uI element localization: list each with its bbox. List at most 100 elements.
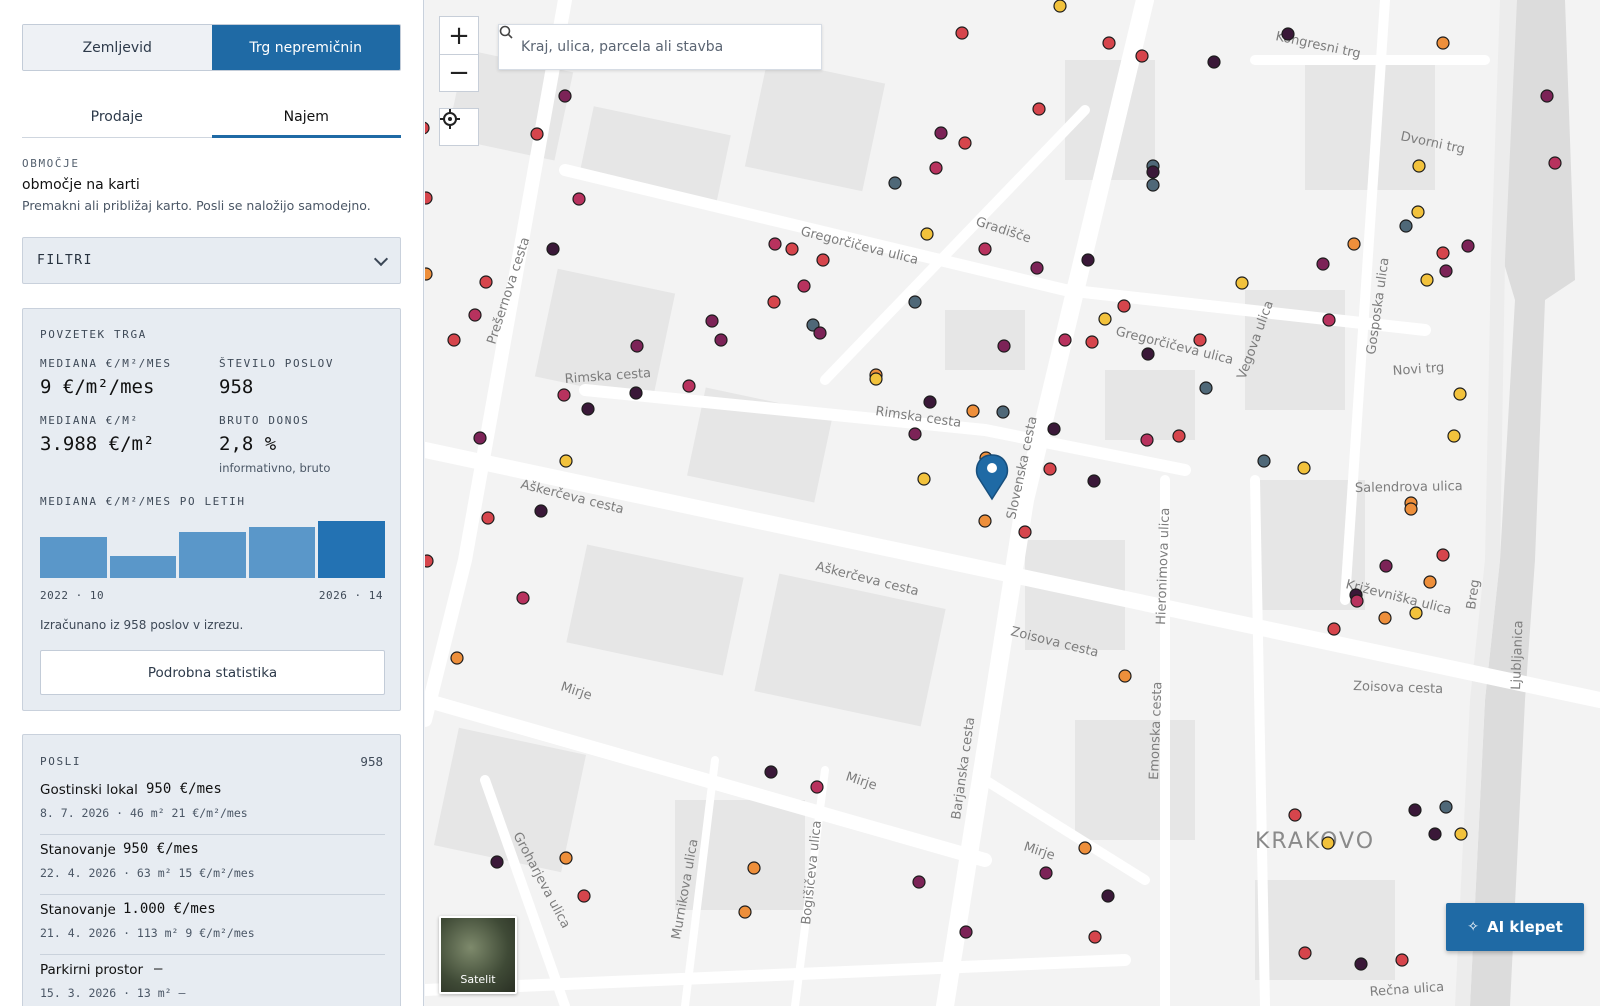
transaction-marker[interactable] xyxy=(1257,454,1271,468)
transaction-marker[interactable] xyxy=(1453,387,1467,401)
transaction-marker[interactable] xyxy=(447,333,461,347)
transaction-marker[interactable] xyxy=(1436,246,1450,260)
transaction-marker[interactable] xyxy=(1548,156,1562,170)
transaction-marker[interactable] xyxy=(929,161,943,175)
transaction-marker[interactable] xyxy=(955,26,969,40)
location-pin-icon[interactable] xyxy=(975,454,1009,501)
transaction-marker[interactable] xyxy=(581,402,595,416)
transaction-marker[interactable] xyxy=(1461,239,1475,253)
transaction-marker[interactable] xyxy=(1032,102,1046,116)
transaction-marker[interactable] xyxy=(1207,55,1221,69)
transaction-marker[interactable] xyxy=(1101,889,1115,903)
transaction-marker[interactable] xyxy=(1078,841,1092,855)
deal-row[interactable]: Gostinski lokal 950 €/mes 8. 7. 2026 · 4… xyxy=(40,775,385,835)
transaction-marker[interactable] xyxy=(1081,253,1095,267)
transaction-marker[interactable] xyxy=(1379,559,1393,573)
transaction-marker[interactable] xyxy=(978,242,992,256)
transaction-marker[interactable] xyxy=(1316,257,1330,271)
transaction-marker[interactable] xyxy=(959,925,973,939)
deal-row[interactable]: Stanovanje 950 €/mes 22. 4. 2026 · 63 m²… xyxy=(40,835,385,895)
transaction-marker[interactable] xyxy=(888,176,902,190)
transaction-marker[interactable] xyxy=(1043,462,1057,476)
transaction-marker[interactable] xyxy=(1420,273,1434,287)
transaction-marker[interactable] xyxy=(450,651,464,665)
map-canvas[interactable]: Gregorčičeva ulica Gregorčičeva ulica Ri… xyxy=(425,0,1600,1006)
map-search[interactable] xyxy=(498,24,822,70)
transaction-marker[interactable] xyxy=(934,126,948,140)
transaction-marker[interactable] xyxy=(1118,669,1132,683)
transaction-marker[interactable] xyxy=(1439,264,1453,278)
transaction-marker[interactable] xyxy=(1053,0,1067,13)
transaction-marker[interactable] xyxy=(1085,335,1099,349)
tab-trg-nepremicnin[interactable]: Trg nepremičnin xyxy=(211,25,400,70)
transaction-marker[interactable] xyxy=(425,554,434,568)
transaction-marker[interactable] xyxy=(912,875,926,889)
transaction-marker[interactable] xyxy=(1350,594,1364,608)
transaction-marker[interactable] xyxy=(1047,422,1061,436)
satellite-toggle[interactable]: Satelit xyxy=(439,916,517,994)
transaction-marker[interactable] xyxy=(1447,429,1461,443)
transaction-marker[interactable] xyxy=(1146,178,1160,192)
tab-najem[interactable]: Najem xyxy=(211,96,402,138)
transaction-marker[interactable] xyxy=(1408,803,1422,817)
transaction-marker[interactable] xyxy=(1146,165,1160,179)
transaction-marker[interactable] xyxy=(1030,261,1044,275)
transaction-marker[interactable] xyxy=(705,314,719,328)
transaction-marker[interactable] xyxy=(577,889,591,903)
transaction-marker[interactable] xyxy=(1322,313,1336,327)
transaction-marker[interactable] xyxy=(1454,827,1468,841)
transaction-marker[interactable] xyxy=(1058,333,1072,347)
search-input[interactable] xyxy=(521,39,791,55)
transaction-marker[interactable] xyxy=(473,431,487,445)
transaction-marker[interactable] xyxy=(997,339,1011,353)
deal-row[interactable]: Parkirni prostor — 15. 3. 2026 · 13 m² — xyxy=(40,955,385,1006)
zoom-out-button[interactable]: − xyxy=(439,54,479,92)
transaction-marker[interactable] xyxy=(1404,502,1418,516)
transaction-marker[interactable] xyxy=(1399,219,1413,233)
transaction-marker[interactable] xyxy=(546,242,560,256)
transaction-marker[interactable] xyxy=(767,295,781,309)
transaction-marker[interactable] xyxy=(1436,36,1450,50)
transaction-marker[interactable] xyxy=(923,395,937,409)
transaction-marker[interactable] xyxy=(516,591,530,605)
transaction-marker[interactable] xyxy=(764,765,778,779)
transaction-marker[interactable] xyxy=(490,855,504,869)
transaction-marker[interactable] xyxy=(468,308,482,322)
transaction-marker[interactable] xyxy=(1098,312,1112,326)
transaction-marker[interactable] xyxy=(917,472,931,486)
transaction-marker[interactable] xyxy=(1140,433,1154,447)
transaction-marker[interactable] xyxy=(869,372,883,386)
transaction-marker[interactable] xyxy=(785,242,799,256)
transaction-marker[interactable] xyxy=(1354,957,1368,971)
transaction-marker[interactable] xyxy=(1428,827,1442,841)
detailed-stats-button[interactable]: Podrobna statistika xyxy=(40,650,385,695)
transaction-marker[interactable] xyxy=(1088,930,1102,944)
transaction-marker[interactable] xyxy=(1235,276,1249,290)
transaction-marker[interactable] xyxy=(530,127,544,141)
transaction-marker[interactable] xyxy=(1297,461,1311,475)
transaction-marker[interactable] xyxy=(1141,347,1155,361)
locate-button[interactable] xyxy=(439,108,479,146)
transaction-marker[interactable] xyxy=(425,191,433,205)
transaction-marker[interactable] xyxy=(558,89,572,103)
transaction-marker[interactable] xyxy=(1412,159,1426,173)
transaction-marker[interactable] xyxy=(920,227,934,241)
transaction-marker[interactable] xyxy=(958,136,972,150)
transaction-marker[interactable] xyxy=(481,511,495,525)
transaction-marker[interactable] xyxy=(1117,299,1131,313)
transaction-marker[interactable] xyxy=(479,275,493,289)
transaction-marker[interactable] xyxy=(1172,429,1186,443)
transaction-marker[interactable] xyxy=(797,279,811,293)
transaction-marker[interactable] xyxy=(425,267,433,281)
map-layer[interactable]: Gregorčičeva ulica Gregorčičeva ulica Ri… xyxy=(425,0,1600,1006)
transaction-marker[interactable] xyxy=(738,905,752,919)
transaction-marker[interactable] xyxy=(1347,237,1361,251)
transaction-marker[interactable] xyxy=(1102,36,1116,50)
transaction-marker[interactable] xyxy=(1327,622,1341,636)
transaction-marker[interactable] xyxy=(1135,49,1149,63)
transaction-marker[interactable] xyxy=(813,326,827,340)
transaction-marker[interactable] xyxy=(559,851,573,865)
transaction-marker[interactable] xyxy=(747,861,761,875)
transaction-marker[interactable] xyxy=(714,333,728,347)
transaction-marker[interactable] xyxy=(1087,474,1101,488)
